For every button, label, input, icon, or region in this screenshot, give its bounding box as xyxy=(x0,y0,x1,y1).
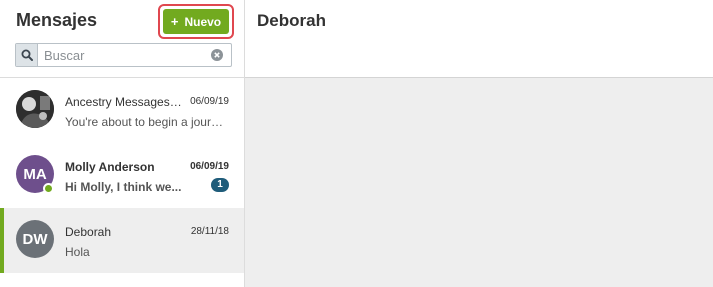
clear-icon[interactable] xyxy=(211,49,223,61)
conversation-item-selected[interactable]: DW Deborah 28/11/18 Hola xyxy=(0,208,244,273)
avatar xyxy=(16,90,54,128)
conversation-item[interactable]: Ancestry Messages T... 06/09/19 You're a… xyxy=(0,78,244,143)
new-button-label: Nuevo xyxy=(184,14,222,29)
conversation-date: 28/11/18 xyxy=(190,226,229,237)
conversation-item[interactable]: MA Molly Anderson 06/09/19 Hi Molly, I t… xyxy=(0,143,244,208)
conversation-title: Deborah xyxy=(257,11,326,30)
new-button-highlight: + Nuevo xyxy=(158,4,234,39)
avatar: DW xyxy=(16,220,54,258)
conversation-name: Deborah xyxy=(65,225,112,239)
conversation-panel: Deborah xyxy=(245,0,713,287)
unread-count-badge: 1 xyxy=(211,178,229,192)
conversation-date: 06/09/19 xyxy=(190,161,229,172)
new-message-button[interactable]: + Nuevo xyxy=(163,9,229,34)
conversation-preview: Hi Molly, I think we... xyxy=(65,180,182,194)
sidebar-title: Mensajes xyxy=(16,10,98,30)
search-icon[interactable] xyxy=(16,44,38,66)
plus-icon: + xyxy=(170,14,179,29)
messages-app: Mensajes + Nuevo Buscar Ancestry Message… xyxy=(0,0,713,287)
conversation-header: Deborah xyxy=(245,0,713,78)
selected-indicator xyxy=(0,208,4,273)
search-input[interactable] xyxy=(38,45,203,65)
conversation-name: Ancestry Messages T... xyxy=(65,95,183,109)
conversation-preview: Hola xyxy=(65,245,90,259)
online-status-indicator xyxy=(43,183,54,194)
conversation-preview: You're about to begin a journ... xyxy=(65,115,225,129)
message-thread-area xyxy=(245,78,713,287)
conversation-name: Molly Anderson xyxy=(65,160,155,174)
search-box xyxy=(15,43,232,67)
conversation-sidebar: Mensajes + Nuevo Buscar Ancestry Message… xyxy=(0,0,245,287)
conversation-date: 06/09/19 xyxy=(190,96,229,107)
